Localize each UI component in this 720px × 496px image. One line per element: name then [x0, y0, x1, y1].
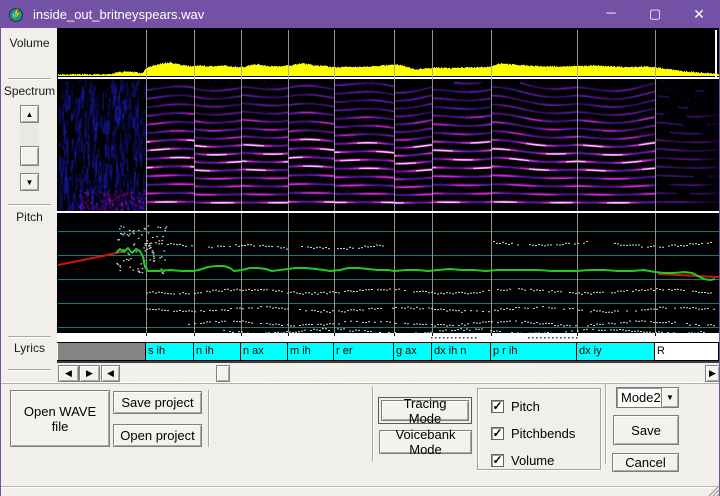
close-icon: ✕	[693, 6, 705, 23]
lyrics-track: s ihn ihn axm ihr erg axdx ih np r ihdx …	[57, 342, 720, 361]
save-project-button[interactable]: Save project	[113, 391, 202, 414]
divider	[605, 384, 607, 464]
divider	[8, 369, 51, 371]
statusbar	[1, 486, 720, 496]
spectrum-scrollbar[interactable]: ▲ ▼	[20, 105, 39, 191]
up-arrow-icon: ▲	[26, 110, 34, 119]
lyric-segment[interactable]: g ax	[394, 343, 432, 360]
volume-label: Volume	[2, 36, 57, 50]
lyric-segment[interactable]: n ax	[241, 343, 288, 360]
sidebar: Volume Spectrum ▲ ▼ Pitch Lyrics	[2, 28, 57, 382]
left-arrow-icon: ◀	[107, 368, 114, 379]
timeline-ruler[interactable]	[57, 333, 720, 342]
hscroll-thumb[interactable]	[216, 365, 230, 382]
pitch-track[interactable]	[58, 213, 719, 333]
checkbox-pitch[interactable]: ✓ Pitch	[491, 399, 600, 413]
titlebar-buttons: ─ ▢ ✕	[589, 0, 720, 28]
right-arrow-icon: ▶	[709, 368, 716, 379]
resize-grip[interactable]	[708, 486, 720, 496]
spectrum-label: Spectrum	[2, 84, 57, 98]
down-arrow-icon: ▼	[26, 178, 34, 187]
hscroll-right-button[interactable]: ▶	[705, 365, 720, 382]
left-arrow-icon: ◀	[65, 368, 72, 379]
minimize-button[interactable]: ─	[589, 0, 633, 28]
lyric-segment[interactable]: n ih	[194, 343, 241, 360]
window-title: inside_out_britneyspears.wav	[33, 7, 204, 22]
lyric-segment[interactable]	[58, 343, 146, 360]
scroll-thumb[interactable]	[20, 146, 39, 166]
hscroll-track[interactable]	[120, 365, 705, 382]
lyric-segment[interactable]: m ih	[288, 343, 334, 360]
open-project-button[interactable]: Open project	[113, 424, 202, 447]
volume-track[interactable]	[58, 30, 719, 79]
divider	[8, 78, 51, 80]
lyric-segment[interactable]: s ih	[146, 343, 194, 360]
mode-select[interactable]: Mode2 ▼	[616, 387, 679, 408]
scroll-up-button[interactable]: ▲	[20, 105, 39, 123]
spectrum-track[interactable]	[58, 79, 719, 211]
checkbox-box: ✓	[491, 427, 504, 440]
dropdown-arrow-icon: ▼	[666, 393, 674, 402]
divider	[208, 390, 210, 447]
close-button[interactable]: ✕	[677, 0, 720, 28]
scroll-down-button[interactable]: ▼	[20, 173, 39, 191]
checkbox-box: ✓	[491, 400, 504, 413]
lyric-segment[interactable]: dx ih n	[432, 343, 491, 360]
maximize-icon: ▢	[649, 6, 661, 22]
app-icon	[8, 6, 25, 23]
right-arrow-icon: ▶	[86, 368, 93, 379]
lyrics-label: Lyrics	[2, 341, 57, 355]
hscroll-left-button[interactable]: ◀	[101, 365, 120, 382]
lyric-segment[interactable]: dx iy	[577, 343, 655, 360]
tracing-mode-frame: Tracing Mode	[378, 397, 472, 424]
checkbox-label: Volume	[511, 453, 554, 468]
panel-ridge	[1, 382, 720, 384]
divider	[8, 336, 51, 338]
mode-value: Mode2	[617, 388, 661, 407]
tracing-mode-button[interactable]: Tracing Mode	[381, 400, 469, 421]
cancel-button[interactable]: Cancel	[612, 453, 679, 472]
checkbox-volume[interactable]: ✓ Volume	[491, 453, 600, 467]
segment-prev-button[interactable]: ◀	[58, 365, 79, 382]
maximize-button[interactable]: ▢	[633, 0, 677, 28]
minimize-icon: ─	[606, 5, 615, 20]
open-wave-file-button[interactable]: Open WAVE file	[10, 390, 110, 447]
voicebank-mode-button[interactable]: Voicebank Mode	[379, 430, 472, 454]
segment-next-button[interactable]: ▶	[79, 365, 100, 382]
save-button[interactable]: Save	[613, 415, 679, 445]
lyric-segment[interactable]: p r ih	[491, 343, 577, 360]
options-groupbox: ✓ Pitch ✓ Pitchbends ✓ Volume	[477, 388, 601, 470]
lyrics-shadow	[57, 361, 720, 363]
lyric-segment[interactable]: R	[655, 343, 719, 360]
checkbox-label: Pitch	[511, 399, 540, 414]
divider	[8, 204, 51, 206]
dropdown-button[interactable]: ▼	[661, 388, 678, 407]
checkbox-box: ✓	[491, 454, 504, 467]
app-window: inside_out_britneyspears.wav ─ ▢ ✕ Volum…	[0, 0, 720, 496]
lyric-segment[interactable]: r er	[334, 343, 394, 360]
pitch-label: Pitch	[2, 210, 57, 224]
checkbox-label: Pitchbends	[511, 426, 575, 441]
checkbox-pitchbends[interactable]: ✓ Pitchbends	[491, 426, 600, 440]
titlebar: inside_out_britneyspears.wav ─ ▢ ✕	[1, 0, 720, 28]
divider	[372, 386, 374, 462]
